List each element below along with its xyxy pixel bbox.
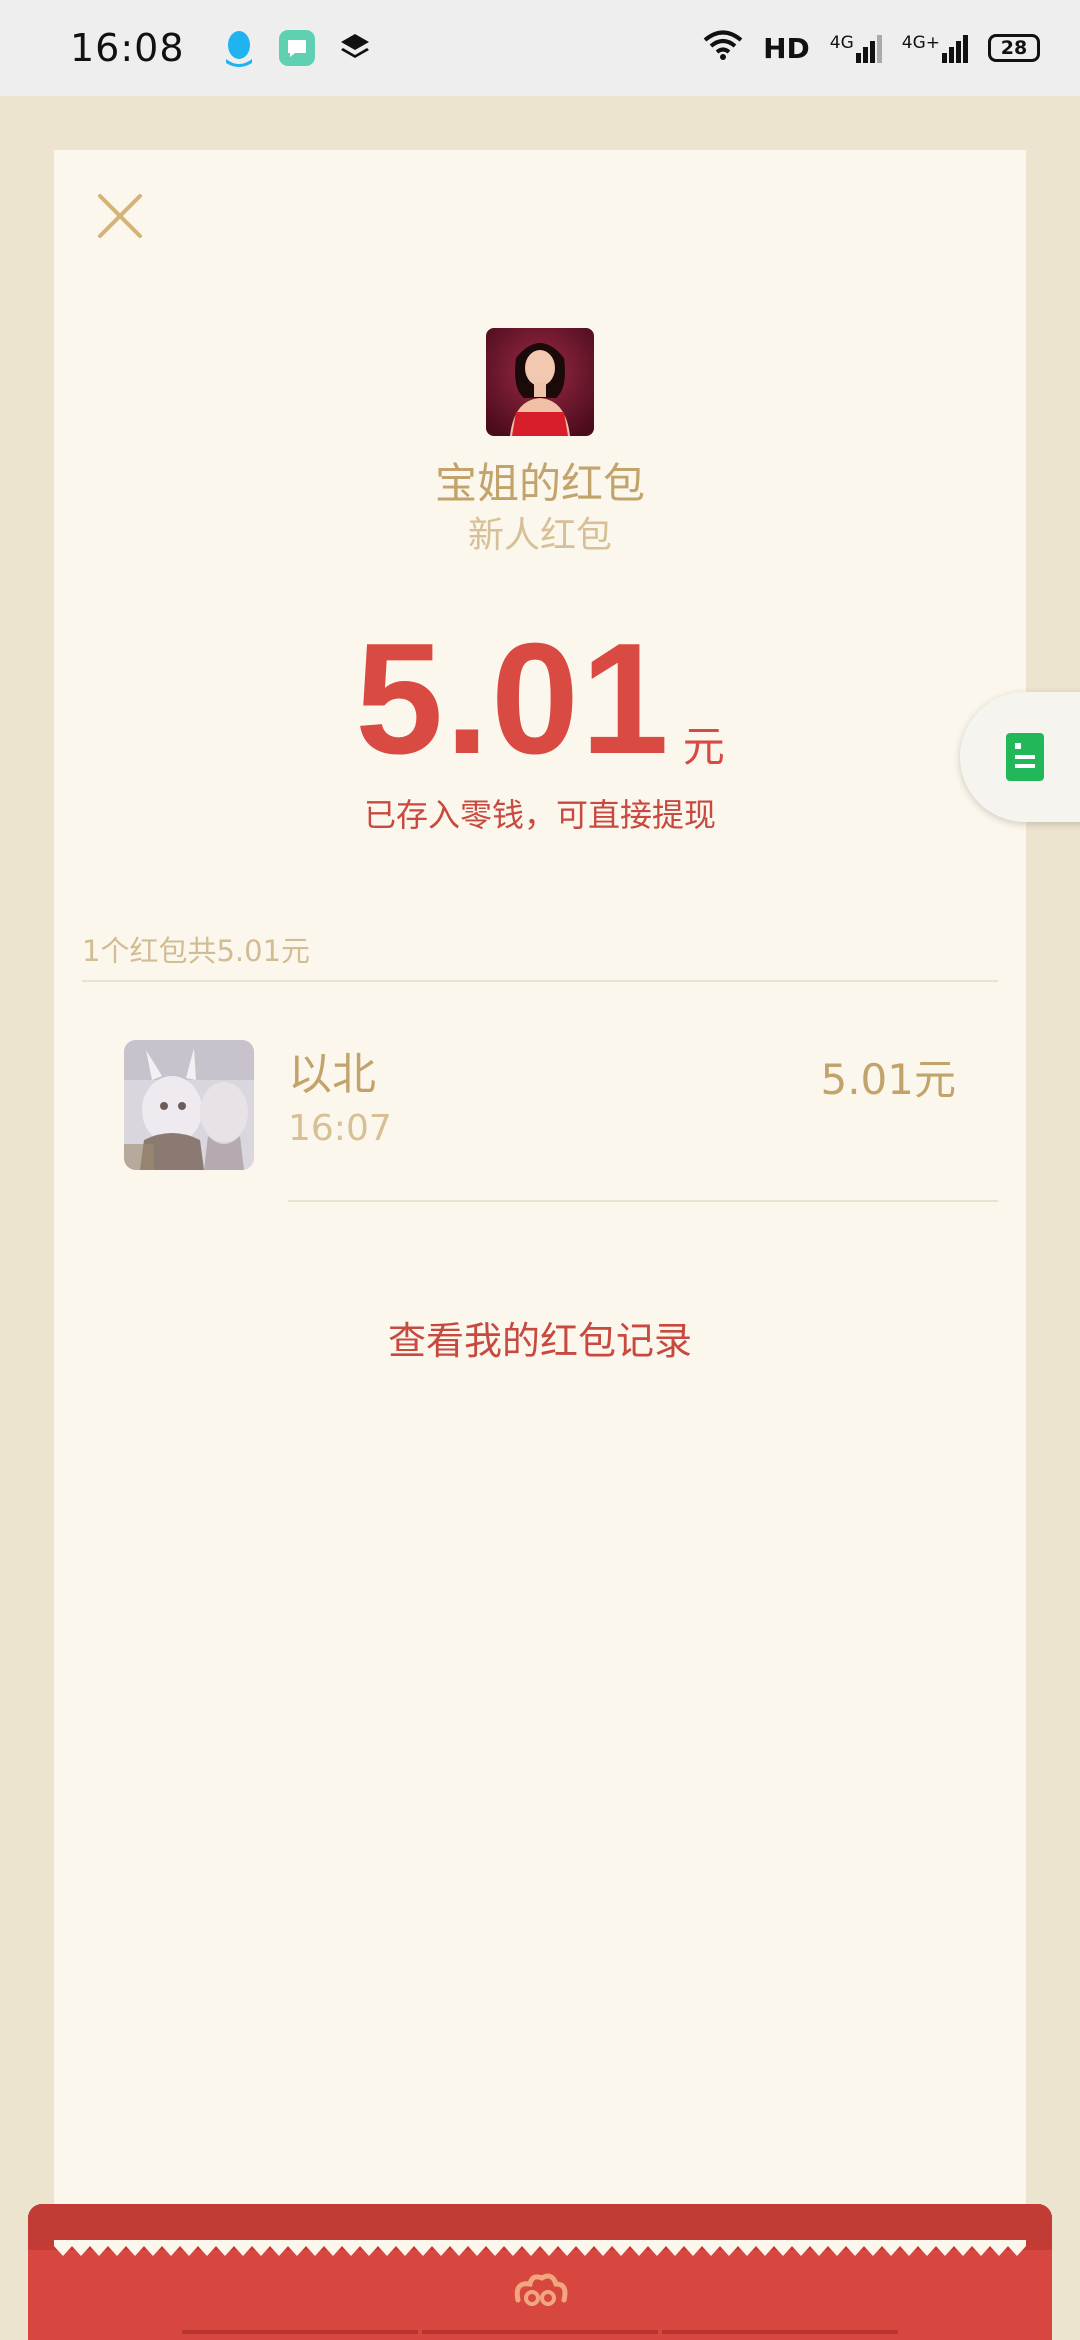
red-packet-detail-card: 宝姐的红包 新人红包 5.01 元 已存入零钱，可直接提现 1个红包共5.01元… — [54, 150, 1026, 2270]
recipient-amount: 5.01元 — [820, 1055, 956, 1104]
card-zigzag-edge — [54, 2240, 1026, 2256]
layers-app-icon — [335, 28, 375, 68]
document-icon — [1006, 733, 1044, 781]
close-icon — [98, 194, 142, 238]
amount-unit: 元 — [682, 722, 725, 771]
sender-avatar[interactable] — [486, 328, 594, 436]
message-app-icon — [277, 28, 317, 68]
amount-value: 5.01 — [355, 611, 671, 787]
close-button[interactable] — [92, 188, 148, 244]
qq-icon — [219, 28, 259, 68]
status-time: 16:08 — [70, 26, 185, 70]
divider — [82, 980, 998, 982]
status-bar: 16:08 HD 4G 4G+ 28 — [0, 0, 1080, 96]
sender-title: 宝姐的红包 — [434, 459, 645, 508]
signal-2-label: 4G+ — [901, 33, 940, 53]
recipient-avatar[interactable] — [124, 1040, 254, 1170]
band-tabs — [180, 2330, 900, 2340]
battery-icon: 28 — [988, 34, 1040, 62]
divider — [288, 1200, 998, 1202]
cloud-logo-icon — [510, 2272, 570, 2312]
amount-display: 5.01 元 — [54, 620, 1026, 778]
receive-time: 16:07 — [288, 1108, 392, 1149]
view-history-link[interactable]: 查看我的红包记录 — [54, 1310, 1026, 1365]
recipient-name: 以北 — [288, 1049, 376, 1100]
wifi-icon — [703, 29, 743, 68]
floating-side-button[interactable] — [960, 692, 1080, 822]
signal-1-label: 4G — [829, 33, 854, 53]
band-tab — [182, 2330, 418, 2340]
signal-icon-2: 4G+ — [902, 33, 968, 63]
signal-icon-1: 4G — [830, 33, 882, 63]
band-tab — [662, 2330, 898, 2340]
band-tab — [422, 2330, 658, 2340]
packet-summary: 1个红包共5.01元 — [82, 934, 311, 968]
packet-type-label: 新人红包 — [467, 515, 612, 556]
hd-label: HD — [763, 31, 810, 65]
stored-note-link[interactable]: 已存入零钱，可直接提现 — [54, 790, 1026, 836]
